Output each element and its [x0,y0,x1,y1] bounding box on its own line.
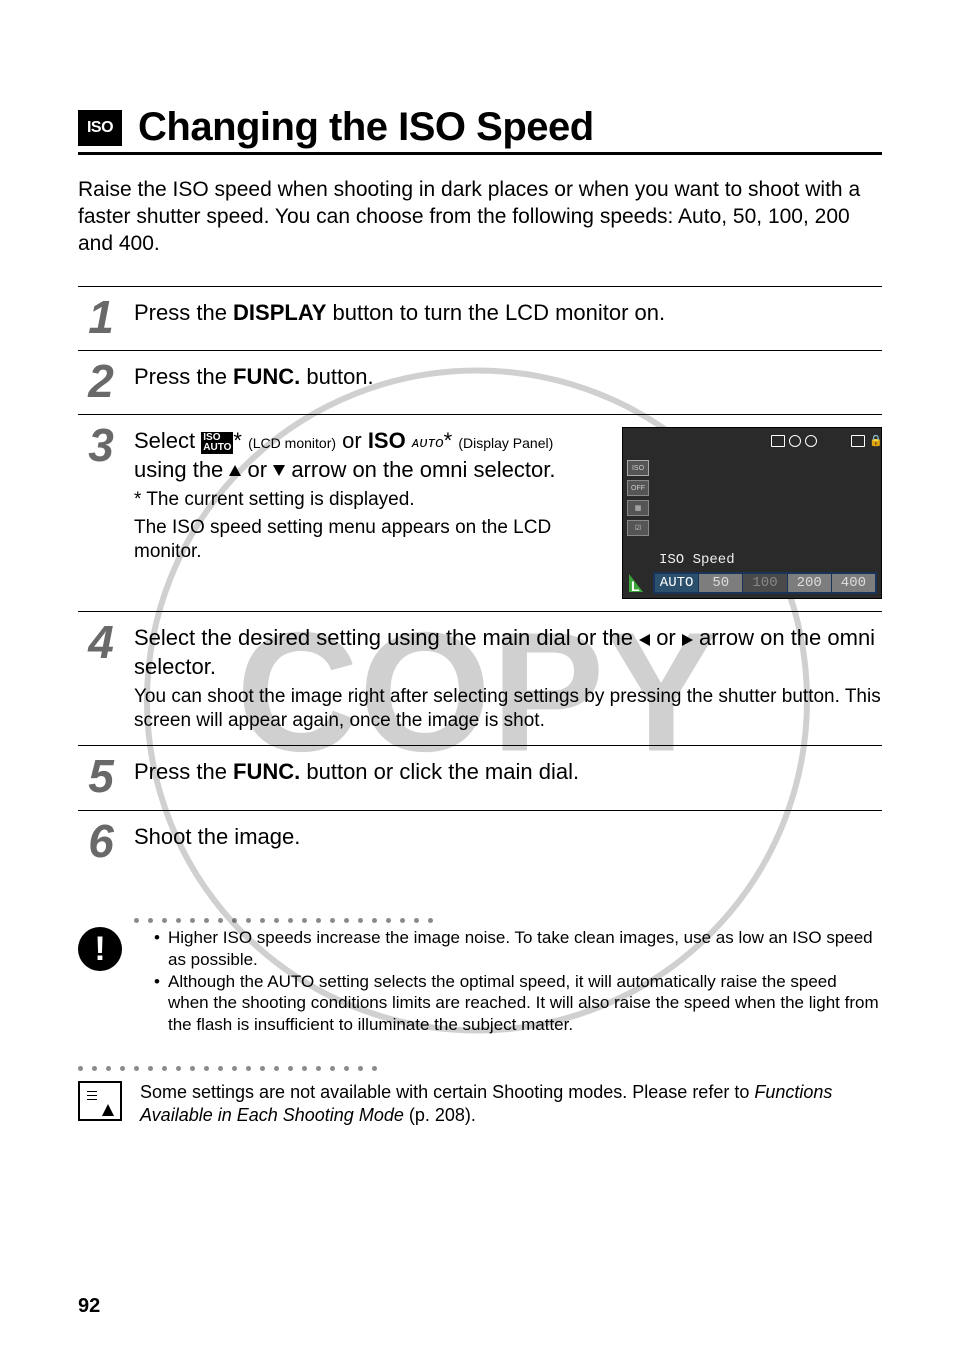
step-1: 1 Press the DISPLAY button to turn the L… [78,286,882,338]
separator-dots [78,1066,882,1071]
step-5-post: button or click the main dial. [300,759,579,784]
page-title-row: ISO Changing the ISO Speed [78,108,882,155]
caution-icon: ! [78,927,122,971]
step-3-using: using the [134,457,229,482]
step-4: 4 Select the desired setting using the m… [78,611,882,733]
cam-circle-icon [805,435,817,447]
step-number: 1 [78,297,124,338]
step-3-or2: or [241,457,273,482]
cam-lock-icon: 🔒 [869,434,883,447]
ref-pre: Some settings are not available with cer… [140,1082,754,1102]
step-5-heading: Press the FUNC. button or click the main… [134,758,882,786]
step-number: 6 [78,821,124,862]
note-document-icon [78,1081,122,1121]
step-2-heading: Press the FUNC. button. [134,363,882,391]
step-1-pre: Press the [134,300,233,325]
iso-plain-label: ISO [368,428,406,453]
func-button-label: FUNC. [233,759,300,784]
caution-note: ! Higher ISO speeds increase the image n… [78,927,882,1036]
cam-side-iso-icon: ISO [627,460,649,476]
cam-side-wb-icon: ▦ [627,500,649,516]
display-panel-note: (Display Panel) [458,435,553,451]
func-button-label: FUNC. [233,364,300,389]
step-3-heading: Select ISOAUTO* (LCD monitor) or ISO ᴀᴜᴛ… [134,427,604,483]
cam-iso-200: 200 [788,574,832,592]
step-4-note: You can shoot the image right after sele… [134,685,882,734]
iso-auto-glyph: ᴀᴜᴛᴏ [412,433,444,452]
cam-rect-icon [771,435,785,447]
cam-mode-label: P [887,432,897,449]
step-number: 5 [78,756,124,797]
cam-iso-label: ISO Speed [659,552,735,568]
caution-bullet-1: Higher ISO speeds increase the image noi… [154,927,882,971]
reference-note: Some settings are not available with cer… [78,1081,882,1128]
step-number: 2 [78,361,124,402]
step-2: 2 Press the FUNC. button. [78,350,882,402]
iso-title-icon: ISO [78,110,122,146]
step-number: 4 [78,622,124,663]
step-6-heading: Shoot the image. [134,823,882,851]
cam-size-icon: L [627,570,649,594]
step-3-or: or [336,428,368,453]
up-arrow-icon [229,465,241,476]
page-number: 92 [78,1295,100,1318]
left-arrow-icon [639,634,650,646]
cam-iso-strip: AUTO 50 100 200 400 [653,572,877,594]
page-title: Changing the ISO Speed [138,108,594,146]
step-1-heading: Press the DISPLAY button to turn the LCD… [134,299,882,327]
step-3-select: Select [134,428,201,453]
step-3-note-1: * The current setting is displayed. [134,488,604,512]
ref-post: (p. 208). [404,1105,476,1125]
lcd-monitor-note: (LCD monitor) [248,435,336,451]
cam-iso-50: 50 [699,574,743,592]
down-arrow-icon [273,465,285,476]
intro-paragraph: Raise the ISO speed when shooting in dar… [78,177,882,258]
cam-iso-100: 100 [743,574,787,592]
display-button-label: DISPLAY [233,300,326,325]
cam-iso-400: 400 [832,574,875,592]
caution-bullet-2: Although the AUTO setting selects the op… [154,971,882,1036]
step-3-note-2: The ISO speed setting menu appears on th… [134,516,604,565]
camera-lcd-illustration: 🔒 P ISO OFF ▦ ☑ L ISO Speed AUTO 50 100 … [622,427,882,599]
reference-text: Some settings are not available with cer… [140,1081,882,1128]
step-number: 3 [78,425,124,466]
step-1-post: button to turn the LCD monitor on. [326,300,665,325]
cam-iso-auto: AUTO [655,574,699,592]
cam-card-icon [851,435,865,447]
separator-dots [134,918,882,923]
step-4-or: or [650,625,682,650]
cam-side-effect-icon: ☑ [627,520,649,536]
step-2-pre: Press the [134,364,233,389]
step-5: 5 Press the FUNC. button or click the ma… [78,745,882,797]
right-arrow-icon [682,634,693,646]
step-4-heading: Select the desired setting using the mai… [134,624,882,680]
step-4-pre: Select the desired setting using the mai… [134,625,639,650]
step-2-post: button. [300,364,373,389]
cam-side-off-icon: OFF [627,480,649,496]
iso-title-icon-text: ISO [87,119,113,137]
step-6: 6 Shoot the image. [78,810,882,862]
step-3: 3 Select ISOAUTO* (LCD monitor) or ISO ᴀ… [78,414,882,599]
iso-auto-badge-icon: ISOAUTO [201,432,233,454]
step-3-tail: arrow on the omni selector. [285,457,555,482]
step-5-pre: Press the [134,759,233,784]
cam-timer-icon [789,435,801,447]
